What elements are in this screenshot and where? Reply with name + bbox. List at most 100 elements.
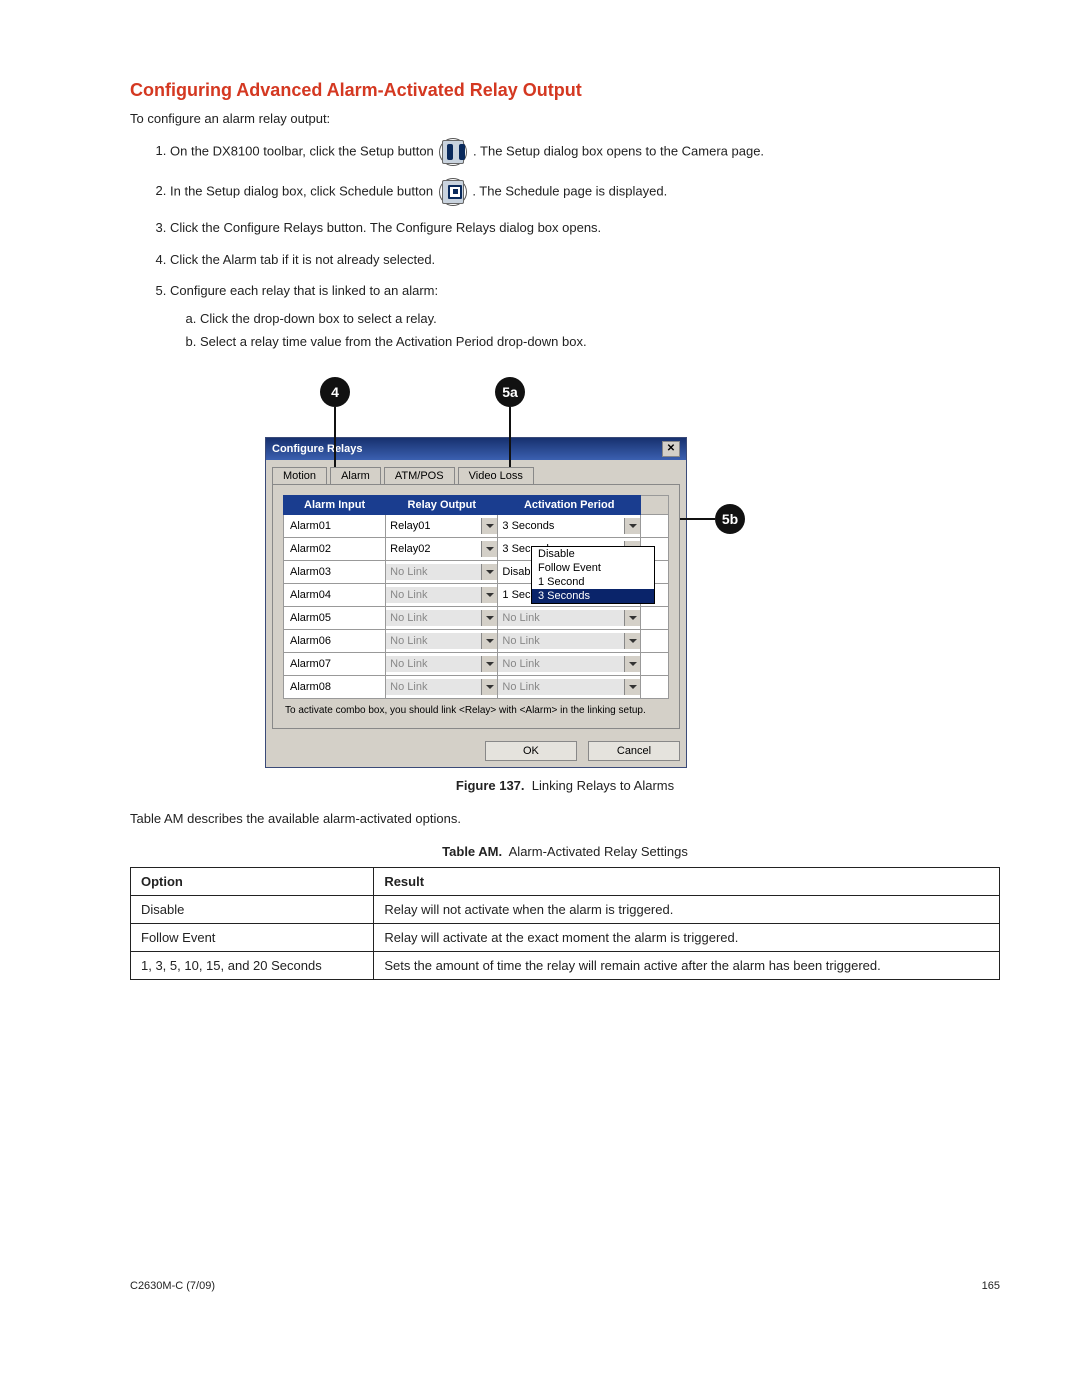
alarm-input-cell: Alarm07 [284, 652, 386, 675]
relay-output-cell: Relay02 [386, 537, 498, 560]
activation-period-cell: No Link [498, 675, 641, 698]
figure-caption: Figure 137. Linking Relays to Alarms [130, 778, 1000, 793]
relay-output-cell: No Link [386, 652, 498, 675]
step-1: On the DX8100 toolbar, click the Setup b… [170, 138, 1000, 166]
step-4: Click the Alarm tab if it is not already… [170, 250, 1000, 270]
activation-period-cell: 3 Seconds [498, 514, 641, 537]
relay-output-combo: No Link [386, 679, 497, 695]
options-table: Option Result DisableRelay will not acti… [130, 867, 1000, 980]
chevron-down-icon [624, 610, 640, 626]
chevron-down-icon [624, 633, 640, 649]
relay-output-cell: No Link [386, 583, 498, 606]
section-heading: Configuring Advanced Alarm-Activated Rel… [130, 80, 1000, 101]
dropdown-opt-1s[interactable]: 1 Second [532, 575, 654, 589]
step-3: Click the Configure Relays button. The C… [170, 218, 1000, 238]
table-row: 1, 3, 5, 10, 15, and 20 SecondsSets the … [131, 951, 1000, 979]
table-row: Alarm08No LinkNo Link [284, 675, 669, 698]
step-2-text-a: In the Setup dialog box, click Schedule … [170, 183, 437, 198]
chevron-down-icon [624, 656, 640, 672]
steps-list: On the DX8100 toolbar, click the Setup b… [130, 138, 1000, 352]
activation-period-combo[interactable]: 3 Seconds [498, 518, 640, 534]
chevron-down-icon [481, 679, 497, 695]
result-cell: Relay will activate at the exact moment … [374, 923, 1000, 951]
table-row: Alarm05No LinkNo Link [284, 606, 669, 629]
table-caption: Table AM. Alarm-Activated Relay Settings [130, 844, 1000, 859]
tab-alarm[interactable]: Alarm [330, 467, 381, 485]
option-cell: Follow Event [131, 923, 374, 951]
activation-period-combo: No Link [498, 633, 640, 649]
dialog-buttons: OK Cancel [266, 735, 686, 767]
table-intro: Table AM describes the available alarm-a… [130, 811, 1000, 826]
alarm-input-cell: Alarm01 [284, 514, 386, 537]
relay-output-cell: No Link [386, 606, 498, 629]
tab-atmpos[interactable]: ATM/POS [384, 467, 455, 484]
scrollbar-track[interactable] [641, 675, 669, 698]
table-text: Alarm-Activated Relay Settings [509, 844, 688, 859]
chevron-down-icon [624, 518, 640, 534]
step-1-text-b: . The Setup dialog box opens to the Came… [473, 143, 764, 158]
activation-period-combo: No Link [498, 610, 640, 626]
cancel-button[interactable]: Cancel [588, 741, 680, 761]
relay-output-combo[interactable]: Relay02 [386, 541, 497, 557]
relay-output-cell: No Link [386, 675, 498, 698]
dropdown-opt-follow[interactable]: Follow Event [532, 561, 654, 575]
table-row: DisableRelay will not activate when the … [131, 895, 1000, 923]
activation-period-cell: No Link [498, 652, 641, 675]
scrollbar-track [641, 629, 669, 652]
scrollbar-track [641, 652, 669, 675]
relay-output-cell: No Link [386, 629, 498, 652]
table-row: Alarm01Relay013 Seconds [284, 514, 669, 537]
callout-5b: 5b [715, 504, 745, 534]
page-footer: C2630M-C (7/09) 165 [130, 1280, 1000, 1292]
callout-5a: 5a [495, 377, 525, 407]
footer-left: C2630M-C (7/09) [130, 1280, 215, 1292]
intro-text: To configure an alarm relay output: [130, 111, 1000, 126]
setup-icon [442, 140, 464, 164]
tabs-row: Motion Alarm ATM/POS Video Loss [266, 460, 686, 484]
chevron-down-icon [481, 564, 497, 580]
relay-output-combo: No Link [386, 564, 497, 580]
dialog-hint: To activate combo box, you should link <… [283, 699, 669, 718]
activation-period-dropdown[interactable]: Disable Follow Event 1 Second 3 Seconds [531, 546, 655, 604]
figure-label: Figure 137. [456, 778, 525, 793]
relay-output-combo[interactable]: Relay01 [386, 518, 497, 534]
chevron-down-icon [481, 541, 497, 557]
setup-icon-circle [439, 138, 467, 166]
figure-area: 4 5a 5b Configure Relays ✕ Motion Alarm … [265, 382, 865, 768]
activation-period-cell: No Link [498, 606, 641, 629]
col-relay-output: Relay Output [386, 495, 498, 514]
footer-right: 165 [982, 1280, 1000, 1292]
figure-text: Linking Relays to Alarms [532, 778, 674, 793]
chevron-down-icon [624, 679, 640, 695]
option-cell: Disable [131, 895, 374, 923]
option-cell: 1, 3, 5, 10, 15, and 20 Seconds [131, 951, 374, 979]
tab-videoloss[interactable]: Video Loss [458, 467, 534, 484]
scrollbar-track[interactable] [641, 514, 669, 537]
step-5: Configure each relay that is linked to a… [170, 281, 1000, 352]
close-icon[interactable]: ✕ [662, 441, 680, 457]
result-cell: Relay will not activate when the alarm i… [374, 895, 1000, 923]
dialog-title: Configure Relays [272, 443, 362, 455]
relay-output-cell: Relay01 [386, 514, 498, 537]
alarm-input-cell: Alarm04 [284, 583, 386, 606]
col-alarm-input: Alarm Input [284, 495, 386, 514]
tab-motion[interactable]: Motion [272, 467, 327, 484]
ok-button[interactable]: OK [485, 741, 577, 761]
chevron-down-icon [481, 610, 497, 626]
dropdown-opt-3s[interactable]: 3 Seconds [532, 589, 654, 603]
step-1-text-a: On the DX8100 toolbar, click the Setup b… [170, 143, 437, 158]
alarm-input-cell: Alarm02 [284, 537, 386, 560]
alarm-input-cell: Alarm03 [284, 560, 386, 583]
relay-output-combo: No Link [386, 633, 497, 649]
chevron-down-icon [481, 633, 497, 649]
alarm-input-cell: Alarm06 [284, 629, 386, 652]
relay-output-combo: No Link [386, 610, 497, 626]
table-row: Alarm07No LinkNo Link [284, 652, 669, 675]
table-row: Alarm06No LinkNo Link [284, 629, 669, 652]
activation-period-combo: No Link [498, 679, 640, 695]
chevron-down-icon [481, 656, 497, 672]
alarm-input-cell: Alarm05 [284, 606, 386, 629]
dropdown-opt-disable[interactable]: Disable [532, 547, 654, 561]
alarm-input-cell: Alarm08 [284, 675, 386, 698]
step-5b: Select a relay time value from the Activ… [200, 332, 1000, 352]
